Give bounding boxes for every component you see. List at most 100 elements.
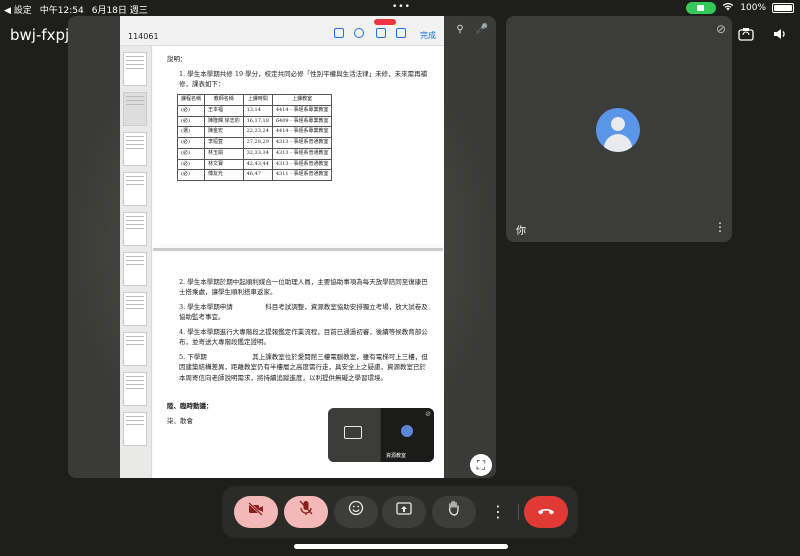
- mic-off-icon: 🎤: [472, 20, 492, 40]
- page-thumbnail: [123, 332, 147, 366]
- mic-toggle-button[interactable]: [284, 496, 328, 528]
- battery-level: [774, 5, 792, 11]
- table-cell: 王本福: [204, 104, 244, 117]
- pin-icon[interactable]: ⚲: [450, 20, 470, 40]
- table-cell: (必): [176, 147, 206, 160]
- speaker-icon[interactable]: [772, 26, 792, 46]
- document-page-number: 114061: [128, 32, 159, 41]
- search-icon: [354, 28, 364, 38]
- tile-more-options-icon[interactable]: ⋮: [714, 220, 726, 234]
- doc-item-4: 4. 學生本學期進行大專階段之提報鑑定作業流程，目前已通過初審，後續等候教育部公…: [179, 328, 428, 347]
- table-row: (必) 李姮萱 27,28,29 4313 - 事經系普通教室: [176, 137, 333, 149]
- page-thumbnail: [123, 372, 147, 406]
- table-cell: 6409 - 事經系專業教室: [271, 115, 333, 128]
- document-toolbar: 114061 完成: [120, 16, 444, 46]
- camera-toggle-button[interactable]: [234, 496, 278, 528]
- table-cell: 陳金宏: [204, 126, 244, 139]
- more-options-button[interactable]: ⋮: [482, 496, 514, 528]
- end-call-button[interactable]: [524, 496, 568, 528]
- table-row: (必) 傅友光 46,47 4311 - 事經系普通教室: [176, 169, 333, 182]
- table-row: (選) 陳金宏 22,23,24 4414 - 事經系專業教室: [176, 126, 333, 139]
- thumbnail-sidebar: [120, 46, 152, 478]
- document-page-1: 說明： 1. 學生本學期共修 19 學分，校定共同必修「性別平權與生活法律」未修…: [153, 46, 443, 244]
- table-cell: (選): [176, 126, 206, 139]
- avatar-body: [604, 134, 632, 152]
- pip-presenting-pane: [328, 408, 380, 462]
- battery-icon: [772, 3, 794, 13]
- edit-icon: [396, 28, 406, 38]
- page-thumbnail: [123, 172, 147, 206]
- table-cell: 4414 - 事經系專業教室: [271, 126, 333, 139]
- status-time: 中午12:54: [39, 6, 84, 16]
- presentation-tile[interactable]: 114061 完成 說明： 1. 學生本學期共修 19 學分，校定共同必修「性別…: [68, 16, 496, 478]
- table-cell: 16,17,18: [242, 115, 273, 128]
- table-cell: 22,23,24: [242, 126, 273, 139]
- presenter-pip[interactable]: 資源教室 ⊘: [328, 408, 434, 462]
- table-row: (必) 王本福 13,14 4414 - 事經系專業教室: [176, 104, 333, 117]
- pip-participant-pane: 資源教室 ⊘: [381, 408, 434, 462]
- doc-item-3: 3. 學生本學期申請 科目考試調整，資源教室協助安排獨立考場，放大試卷及協助監考…: [179, 303, 428, 322]
- page-thumbnail: [123, 292, 147, 326]
- avatar-head: [611, 117, 625, 131]
- self-name-label: 你: [516, 226, 526, 237]
- end-call-icon: [538, 509, 554, 515]
- home-indicator[interactable]: [294, 544, 508, 549]
- table-cell: (必): [176, 104, 206, 117]
- course-table: 課程名稱 教師名稱 上課時間 上課教室 (必) 王本福 13,14 4414 - 事經…: [176, 94, 333, 182]
- table-cell: 林玉娟: [204, 147, 244, 160]
- mic-off-icon: ⊘: [425, 410, 431, 418]
- table-header-row: 課程名稱 教師名稱 上課時間 上課教室: [176, 94, 333, 106]
- table-cell: 42,43,44: [242, 158, 273, 171]
- table-cell: 4313 - 事經系普通教室: [271, 147, 333, 160]
- wifi-icon: [722, 2, 734, 14]
- doc-item-1: 1. 學生本學期共修 19 學分，校定共同必修「性別平權與生活法律」未修，未來需…: [179, 70, 428, 89]
- self-video-tile[interactable]: ⊘ 你 ⋮: [506, 16, 732, 242]
- table-cell: (必): [176, 158, 206, 171]
- status-date: 6月18日 週三: [91, 6, 148, 16]
- table-row: (必) 陳隆輝,徐志豹 16,17,18 6409 - 事經系專業教室: [176, 115, 333, 128]
- table-cell: 4313 - 事經系普通教室: [271, 137, 333, 149]
- raise-hand-button[interactable]: [432, 496, 476, 528]
- participant-name: 資源教室: [386, 453, 407, 459]
- call-controls-bar: ⋮: [222, 486, 578, 538]
- table-header: 上課教室: [271, 94, 333, 106]
- reactions-button[interactable]: [334, 496, 378, 528]
- table-cell: (必): [176, 137, 206, 149]
- present-screen-button[interactable]: [382, 496, 426, 528]
- table-cell: 陳隆輝,徐志豹: [204, 115, 244, 128]
- doc-heading: 說明：: [167, 55, 187, 63]
- share-icon: [334, 28, 344, 38]
- page-thumbnail: [123, 252, 147, 286]
- present-icon: [344, 426, 362, 439]
- page-thumbnail: [123, 212, 147, 246]
- page-thumbnail: [123, 412, 147, 446]
- table-cell: (必): [176, 169, 206, 182]
- camera-off-icon: [248, 502, 263, 516]
- mic-off-icon: [299, 500, 313, 515]
- avatar: [401, 425, 413, 437]
- multitask-dots-icon[interactable]: •••: [392, 2, 411, 12]
- mic-off-icon: ⊘: [715, 22, 726, 36]
- table-cell: (必): [176, 115, 206, 128]
- controls-divider: [518, 504, 519, 520]
- page-thumbnail: [123, 92, 147, 126]
- switch-camera-icon[interactable]: [738, 26, 758, 46]
- status-bar: ◀ 設定 中午12:54 6月18日 週三 ••• 100%: [0, 0, 800, 16]
- doc-item-2: 2. 學生本學期於期中起順利媒合一位助理人員，主要協助事項為每天放學陪同至復康巴…: [179, 278, 428, 297]
- table-row: (必) 林文寶 42,43,44 4313 - 事經系普通教室: [176, 158, 333, 171]
- present-icon: [396, 502, 412, 515]
- table-header: 教師名稱: [204, 94, 244, 106]
- table-cell: 4311 - 事經系普通教室: [271, 169, 333, 182]
- fullscreen-icon[interactable]: ⛶: [470, 454, 492, 476]
- table-cell: 13,14: [242, 104, 273, 117]
- table-row: (必) 林玉娟 32,33,34 4313 - 事經系普通教室: [176, 147, 333, 160]
- table-cell: 32,33,34: [242, 147, 273, 160]
- table-cell: 傅友光: [204, 169, 244, 182]
- markup-icon: [376, 28, 386, 38]
- table-cell: 4313 - 事經系普通教室: [271, 158, 333, 171]
- recording-indicator-icon: [374, 19, 396, 25]
- page-thumbnail: [123, 52, 147, 86]
- table-cell: 林文寶: [204, 158, 244, 171]
- back-to-settings-link[interactable]: ◀ 設定: [4, 3, 32, 16]
- raise-hand-icon: [448, 500, 459, 516]
